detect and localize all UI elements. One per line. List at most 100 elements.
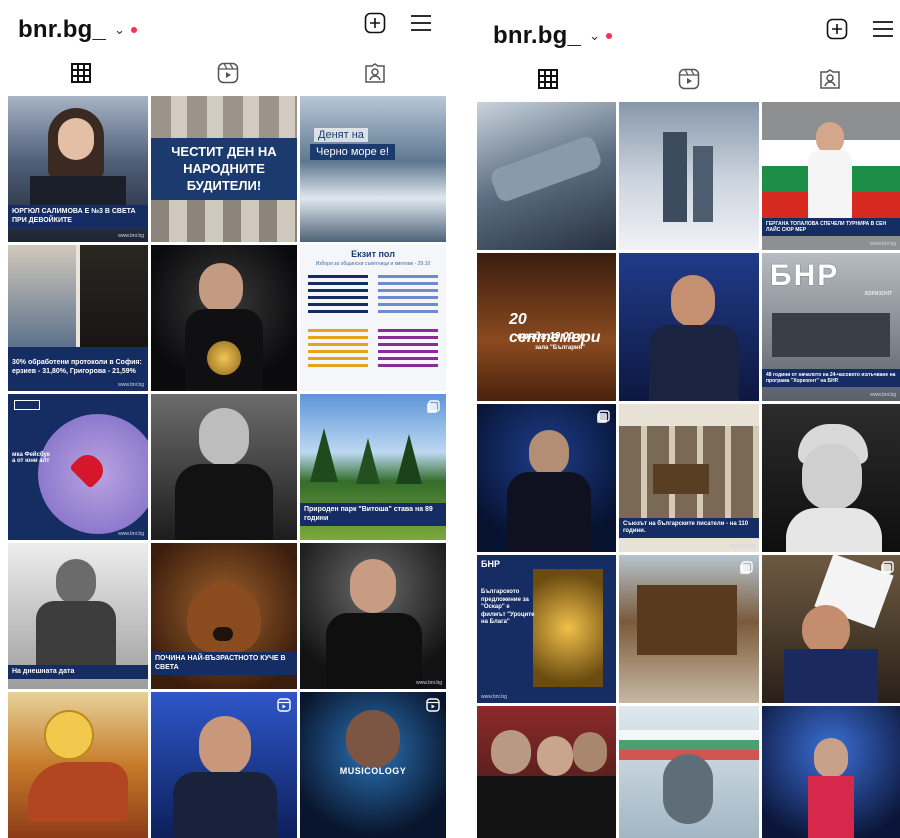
bnr-logo: БНР xyxy=(770,259,840,292)
photo-face xyxy=(814,738,848,778)
account-switcher[interactable]: bnr.bg_ ⌄ xyxy=(18,10,137,50)
tab-posts[interactable] xyxy=(477,64,618,98)
site-watermark: www.bnr.bg xyxy=(870,241,896,247)
photo-face xyxy=(58,118,94,160)
post-tile[interactable]: www.bnr.bg xyxy=(300,543,446,689)
tree xyxy=(310,428,338,482)
left-profile-panel: bnr.bg_ ⌄ ЮРГЮЛ САЛИМОВА Е №3 В СВЕТА ПР… xyxy=(8,0,448,838)
post-tile[interactable]: ПОЧИНА НАЙ-ВЪЗРАСТНОТО КУЧЕ В СВЕТА xyxy=(151,543,297,689)
post-tile[interactable] xyxy=(151,394,297,540)
post-caption: 30% обработени протоколи в София: ерзиев… xyxy=(8,356,148,379)
photo-body xyxy=(649,325,739,401)
photo-face xyxy=(56,559,96,605)
post-tile[interactable]: MUSICOLOGY xyxy=(300,692,446,838)
plus-square-icon[interactable] xyxy=(364,12,386,34)
tab-reels[interactable] xyxy=(618,64,759,98)
photo-body xyxy=(786,508,882,552)
site-watermark: www.bnr.bg xyxy=(416,680,442,686)
bnr-logo xyxy=(14,400,40,410)
studio-desk xyxy=(772,313,890,357)
bar-chart xyxy=(308,275,368,315)
post-tile[interactable] xyxy=(477,102,616,250)
post-headline: ЧЕСТИТ ДЕН НА НАРОДНИТЕ БУДИТЕЛИ! xyxy=(171,144,277,193)
photo-face xyxy=(573,732,607,772)
site-watermark: www.bnr.bg xyxy=(118,531,144,537)
site-watermark: www.bnr.bg xyxy=(481,694,507,700)
reels-icon xyxy=(678,68,700,95)
halo xyxy=(44,710,94,760)
chevron-down-icon: ⌄ xyxy=(589,28,600,43)
post-tile[interactable]: Природен парк "Витоша" става на 89 годин… xyxy=(300,394,446,540)
photo-face xyxy=(537,736,573,776)
carousel-icon xyxy=(426,400,440,414)
post-tile[interactable] xyxy=(477,404,616,552)
photo-face xyxy=(802,605,850,655)
post-tile[interactable]: Денят на Черно море е! xyxy=(300,96,446,242)
post-tile[interactable]: БНР Българското предложение за "Оскар" е… xyxy=(477,555,616,703)
golden-ball xyxy=(207,341,241,375)
tagged-icon xyxy=(819,68,841,95)
dog-head xyxy=(187,583,261,653)
bar-chart xyxy=(378,275,438,315)
post-tile[interactable]: Екзит пол Избори за общински съветници и… xyxy=(300,245,446,391)
post-tile[interactable] xyxy=(619,555,759,703)
account-switcher[interactable]: bnr.bg_ ⌄ xyxy=(493,16,612,56)
post-tile[interactable]: 30% обработени протоколи в София: ерзиев… xyxy=(8,245,148,391)
site-watermark: www.bnr.bg xyxy=(118,233,144,239)
post-tile[interactable] xyxy=(762,555,900,703)
post-tile[interactable] xyxy=(762,706,900,838)
bnr-logo: БНР xyxy=(481,559,500,569)
post-tile[interactable]: На днешната дата xyxy=(8,543,148,689)
post-tile[interactable] xyxy=(619,706,759,838)
post-title-line2: Черно море е! xyxy=(310,144,395,160)
post-tile[interactable] xyxy=(8,692,148,838)
photo-face xyxy=(491,730,531,774)
post-tile[interactable] xyxy=(619,102,759,250)
tree xyxy=(356,438,380,484)
plus-square-icon[interactable] xyxy=(826,18,848,40)
profile-header: bnr.bg_ ⌄ xyxy=(18,10,438,50)
tab-tagged[interactable] xyxy=(759,64,900,98)
post-tile[interactable]: ГЕРГАНА ТОПАЛОВА СПЕЧЕЛИ ТУРНИРА В СЕН Л… xyxy=(762,102,900,250)
portrait-shape xyxy=(663,754,713,824)
post-tile[interactable] xyxy=(619,253,759,401)
photo-body xyxy=(808,150,852,218)
reels-icon xyxy=(426,698,440,712)
profile-tabs xyxy=(8,58,448,92)
post-tile[interactable]: ЮРГЮЛ САЛИМОВА Е №3 В СВЕТА ПРИ ДЕВОЙКИТ… xyxy=(8,96,148,242)
post-tile[interactable]: БНР ХОРИЗОНТ 48 години от началото на 24… xyxy=(762,253,900,401)
post-title-line1: Денят на xyxy=(314,128,368,142)
tower-shape xyxy=(663,132,687,222)
photo-body xyxy=(507,472,591,552)
tab-tagged[interactable] xyxy=(301,58,448,92)
chevron-down-icon: ⌄ xyxy=(114,22,125,37)
post-grid: ГЕРГАНА ТОПАЛОВА СПЕЧЕЛИ ТУРНИРА В СЕН Л… xyxy=(477,102,900,838)
bar-chart xyxy=(378,329,438,369)
post-caption: На днешната дата xyxy=(8,664,148,679)
post-tile[interactable]: мка Фейсбук а от юни алт www.bnr.bg xyxy=(8,394,148,540)
profile-header: bnr.bg_ ⌄ xyxy=(493,16,893,56)
right-profile-panel: bnr.bg_ ⌄ ГЕРГАНА ТОПАЛОВА СПЕЧЕЛИ ТУРНИ… xyxy=(477,0,900,838)
post-tile[interactable]: ЧЕСТИТ ДЕН НА НАРОДНИТЕ БУДИТЕЛИ! xyxy=(151,96,297,242)
profile-tabs xyxy=(477,64,900,98)
bottle-shape xyxy=(488,134,604,204)
photo-body xyxy=(326,613,422,689)
post-tile[interactable] xyxy=(151,692,297,838)
tab-reels[interactable] xyxy=(155,58,302,92)
oscar-statues xyxy=(533,569,603,687)
post-grid: ЮРГЮЛ САЛИМОВА Е №3 В СВЕТА ПРИ ДЕВОЙКИТ… xyxy=(8,96,448,838)
tab-posts[interactable] xyxy=(8,58,155,92)
post-tile[interactable] xyxy=(151,245,297,391)
hamburger-icon[interactable] xyxy=(872,19,894,39)
event-time: сряда 19.00 ч. xyxy=(517,331,586,342)
post-tile[interactable]: Съюзът на българските писатели - на 110 … xyxy=(619,404,759,552)
hamburger-icon[interactable] xyxy=(410,13,432,33)
notification-dot xyxy=(130,27,137,33)
post-text: Българското предложение за "Оскар" е фил… xyxy=(481,589,535,625)
post-tile[interactable]: 20 септември сряда 19.00 ч. зала "Българ… xyxy=(477,253,616,401)
bar-chart xyxy=(308,329,368,369)
post-caption: 48 години от началото на 24-часовото изл… xyxy=(762,369,900,387)
tower-shape xyxy=(693,146,713,222)
post-tile[interactable] xyxy=(477,706,616,838)
post-tile[interactable] xyxy=(762,404,900,552)
